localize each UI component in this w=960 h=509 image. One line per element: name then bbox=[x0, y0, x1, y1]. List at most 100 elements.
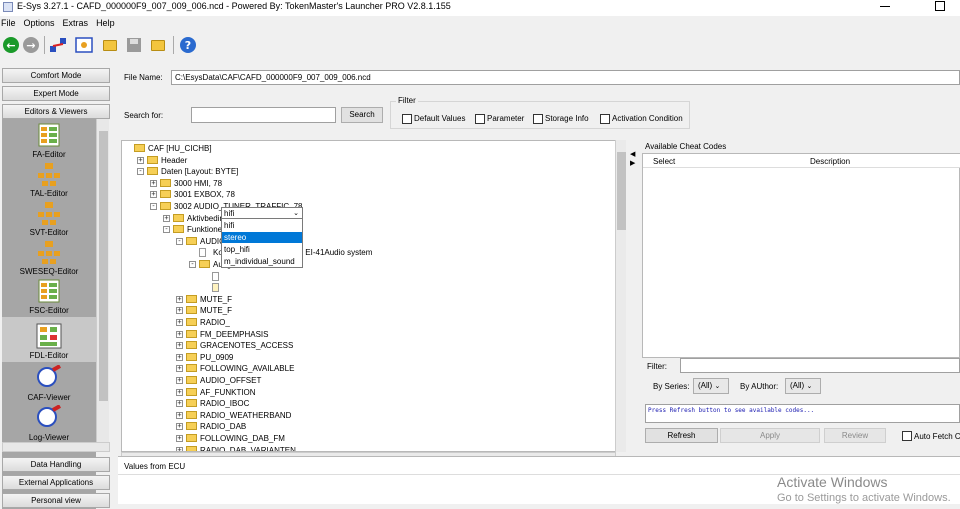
dropdown-option[interactable]: hifi bbox=[222, 220, 302, 231]
search-button[interactable]: Search bbox=[341, 107, 383, 123]
tool-list-scrollbar[interactable] bbox=[96, 119, 109, 449]
tree-scrollbar[interactable] bbox=[615, 140, 626, 452]
comfort-mode-button[interactable]: Comfort Mode bbox=[2, 68, 110, 83]
tree-node[interactable]: -3002 AUDIO_TUNER_TRAFFIC, 78 bbox=[122, 201, 615, 212]
splitter-arrows[interactable]: ◀ ▶ bbox=[630, 150, 635, 168]
parameter-checkbox[interactable] bbox=[475, 114, 485, 124]
tree-node[interactable]: + AUDIO_OFFSET bbox=[122, 375, 615, 386]
tool-svt-editor[interactable]: SVT-Editor bbox=[2, 200, 96, 237]
expand-icon[interactable]: + bbox=[150, 191, 157, 199]
file-name-field[interactable]: C:\EsysData\CAF\CAFD_000000F9_007_009_00… bbox=[171, 70, 960, 85]
expand-icon[interactable]: + bbox=[176, 411, 183, 419]
personal-view-button[interactable]: Personal view bbox=[2, 493, 110, 508]
collapse-icon[interactable]: - bbox=[163, 226, 170, 234]
expand-icon[interactable]: + bbox=[176, 365, 183, 373]
tree-node[interactable] bbox=[122, 271, 615, 282]
review-button[interactable]: Review bbox=[824, 428, 886, 443]
tree-node[interactable]: - Funktionen bbox=[122, 224, 615, 235]
expand-icon[interactable]: + bbox=[176, 377, 183, 384]
refresh-button[interactable]: Refresh bbox=[645, 428, 718, 443]
tree-node[interactable]: Kommentar =Stefan Karl, EI-41Audio syste… bbox=[122, 247, 615, 258]
tree-node[interactable]: + AF_FUNKTION bbox=[122, 387, 615, 398]
expand-icon[interactable]: + bbox=[176, 342, 183, 350]
menu-help[interactable]: Help bbox=[96, 16, 115, 30]
tree-node[interactable]: CAF [HU_CICHB] bbox=[122, 143, 615, 154]
expand-icon[interactable]: + bbox=[150, 179, 157, 187]
expand-icon[interactable]: + bbox=[163, 214, 170, 222]
tree-node[interactable]: + Aktivbedingung bbox=[122, 213, 615, 224]
tool-log-viewer[interactable]: Log-Viewer bbox=[2, 404, 96, 442]
tree-node[interactable]: + PU_0909 bbox=[122, 352, 615, 363]
tool-fdl-editor[interactable]: FDL-Editor bbox=[2, 317, 96, 362]
open-button[interactable] bbox=[99, 34, 121, 56]
tree-node[interactable]: + RADIO_DAB_VARIANTEN bbox=[122, 445, 615, 451]
expand-icon[interactable]: + bbox=[176, 423, 183, 431]
dropdown-option-highlighted[interactable]: stereo bbox=[222, 232, 302, 243]
tree-node[interactable]: + RADIO_WEATHERBAND bbox=[122, 410, 615, 421]
cheat-codes-table[interactable]: Select Description bbox=[642, 153, 960, 358]
apply-button[interactable]: Apply bbox=[720, 428, 820, 443]
collapse-icon[interactable]: - bbox=[137, 168, 144, 176]
auto-fetch-checkbox[interactable] bbox=[902, 431, 912, 441]
tree-node[interactable]: +3001 EXBOX, 78 bbox=[122, 189, 615, 200]
tree-node[interactable]: + FOLLOWING_AVAILABLE bbox=[122, 363, 615, 374]
tool-fa-editor[interactable]: FA-Editor bbox=[2, 122, 96, 159]
tree-node[interactable]: + RADIO_DAB bbox=[122, 421, 615, 432]
tree-node[interactable]: + MUTE_F bbox=[122, 294, 615, 305]
folder-button[interactable] bbox=[147, 34, 169, 56]
tree-node[interactable]: -Ausgelesen bbox=[122, 259, 615, 270]
expand-icon[interactable]: + bbox=[176, 435, 183, 442]
expand-icon[interactable]: + bbox=[137, 156, 144, 164]
dropdown-option[interactable]: m_individual_sound bbox=[222, 256, 302, 267]
menu-extras[interactable]: Extras bbox=[63, 16, 89, 30]
tree-node[interactable]: + FM_DEEMPHASIS bbox=[122, 329, 615, 340]
tree-node[interactable]: + Header bbox=[122, 155, 615, 166]
menu-file[interactable]: File bbox=[1, 16, 16, 30]
expand-icon[interactable]: + bbox=[176, 388, 183, 396]
tree-node[interactable]: +3000 HMI, 78 bbox=[122, 178, 615, 189]
storage-info-checkbox[interactable] bbox=[533, 114, 543, 124]
expert-mode-button[interactable]: Expert Mode bbox=[2, 86, 110, 101]
tree-node[interactable]: + FOLLOWING_DAB_FM bbox=[122, 433, 615, 444]
collapse-icon[interactable]: - bbox=[189, 261, 196, 268]
activation-condition-checkbox[interactable] bbox=[600, 114, 610, 124]
save-button[interactable] bbox=[123, 34, 145, 56]
tool-fsc-editor[interactable]: FSC-Editor bbox=[2, 278, 96, 315]
collapse-icon[interactable]: - bbox=[150, 203, 157, 210]
tool-sweseq-editor[interactable]: SWESEQ-Editor bbox=[2, 239, 96, 276]
maximize-button[interactable] bbox=[935, 1, 945, 11]
default-values-checkbox[interactable] bbox=[402, 114, 412, 124]
forward-button[interactable]: → bbox=[20, 34, 42, 56]
chevron-down-icon[interactable]: ⌄ bbox=[293, 209, 299, 217]
back-button[interactable]: ← bbox=[0, 34, 22, 56]
expand-icon[interactable]: + bbox=[176, 330, 183, 338]
tool-caf-viewer[interactable]: CAF-Viewer bbox=[2, 364, 96, 402]
editors-viewers-button[interactable]: Editors & Viewers bbox=[2, 104, 110, 119]
dropdown-option[interactable]: top_hifi bbox=[222, 244, 302, 255]
caf-tree[interactable]: CAF [HU_CICHB] + Header - Daten [Layout: BYT… bbox=[121, 140, 616, 452]
help-button[interactable]: ? bbox=[177, 34, 199, 56]
expand-icon[interactable]: + bbox=[176, 353, 183, 361]
collapse-icon[interactable]: - bbox=[176, 237, 183, 245]
image-button[interactable] bbox=[73, 34, 95, 56]
cheat-filter-input[interactable] bbox=[680, 358, 960, 373]
tree-node[interactable]: + GRACENOTES_ACCESS bbox=[122, 340, 615, 351]
tree-node[interactable]: + MUTE_F bbox=[122, 305, 615, 316]
value-dropdown[interactable]: hifi ⌄ hifi stereo top_hifi m_individual… bbox=[221, 207, 303, 268]
minimize-button[interactable] bbox=[880, 6, 890, 7]
tree-node[interactable]: -AUDIO_SYSTEM_CIC bbox=[122, 236, 615, 247]
expand-icon[interactable]: + bbox=[176, 295, 183, 303]
expand-icon[interactable]: + bbox=[176, 319, 183, 326]
tool-tal-editor[interactable]: TAL-Editor bbox=[2, 161, 96, 198]
tree-node[interactable]: - Daten [Layout: BYTE] bbox=[122, 166, 615, 177]
expand-icon[interactable]: + bbox=[176, 400, 183, 408]
search-input[interactable] bbox=[191, 107, 336, 123]
dropdown-selected-value[interactable]: hifi bbox=[222, 208, 302, 219]
data-handling-button[interactable]: Data Handling bbox=[2, 457, 110, 472]
scroll-thumb[interactable] bbox=[617, 152, 626, 230]
tool-list-hscrollbar[interactable] bbox=[2, 442, 110, 452]
tree-node[interactable]: + RADIO_IBOC bbox=[122, 398, 615, 409]
connect-button[interactable] bbox=[47, 34, 69, 56]
col-select[interactable]: Select bbox=[653, 157, 675, 166]
tree-node[interactable] bbox=[122, 282, 615, 293]
